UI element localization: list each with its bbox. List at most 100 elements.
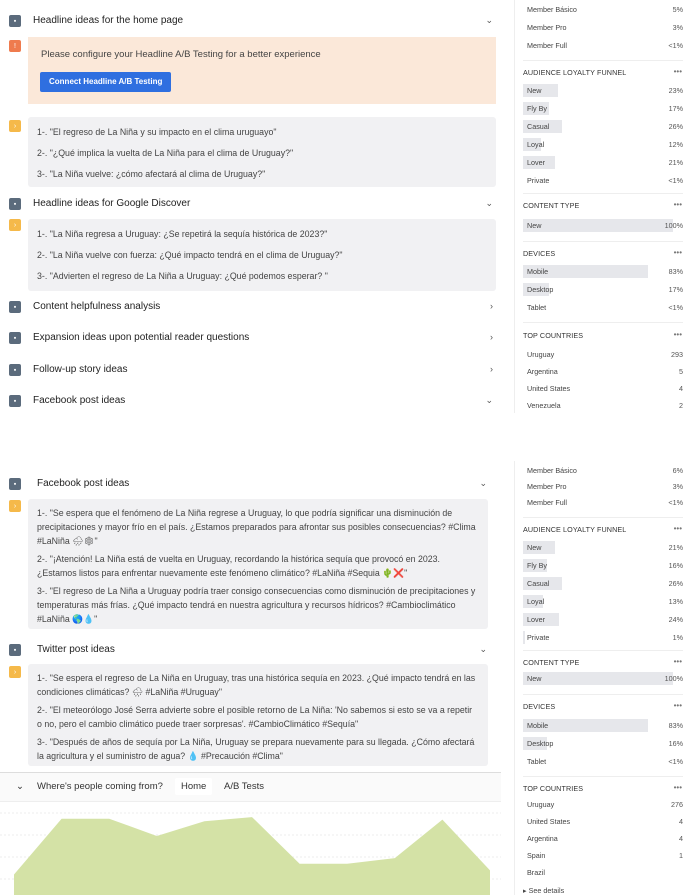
stat-label: New	[527, 86, 542, 95]
chevron-right-icon[interactable]: ›	[490, 301, 493, 311]
stat-row: Fly By 17%	[523, 102, 683, 115]
stat-label: Lover	[527, 615, 545, 624]
list-item: 1-. "La Niña regresa a Uruguay: ¿Se repe…	[37, 229, 328, 239]
section-title[interactable]: Expansion ideas upon potential reader qu…	[33, 332, 249, 343]
stat-label: Casual	[527, 122, 550, 131]
stat-row: Argentina 5	[523, 365, 683, 378]
home-ideas-box: 1-. "El regreso de La Niña y su impacto …	[28, 117, 496, 187]
stat-value: 24%	[668, 615, 683, 624]
stat-row: Uruguay 293	[523, 348, 683, 361]
stat-row: Casual 26%	[523, 120, 683, 133]
list-item: 2-. "La Niña vuelve con fuerza: ¿Qué imp…	[37, 250, 343, 260]
chevron-down-icon[interactable]: ⌄	[479, 644, 487, 655]
stat-row: Desktop 16%	[523, 737, 683, 750]
chevron-right-icon: ›	[9, 666, 21, 678]
top-panel: ▪ Headline ideas for the home page ⌄ ! P…	[0, 0, 688, 413]
stat-label: New	[527, 674, 542, 683]
traffic-tabbar: ⌄ Where's people coming from? Home A/B T…	[0, 772, 501, 802]
stat-row: Loyal 12%	[523, 138, 683, 151]
stat-label: Tablet	[527, 757, 547, 766]
stat-row: Spain 1	[523, 849, 683, 862]
stat-row: New 100%	[523, 672, 683, 685]
chevron-down-icon[interactable]: ⌄	[485, 395, 493, 406]
stat-label: Loyal	[527, 597, 545, 606]
stat-value: 23%	[668, 86, 683, 95]
list-item: 3-. "La Niña vuelve: ¿cómo afectará al c…	[37, 169, 266, 179]
section-heading: CONTENT TYPE	[523, 201, 580, 210]
stat-row: Venezuela 2	[523, 399, 683, 412]
stat-row: Member Pro 3%	[527, 482, 683, 491]
traffic-area	[14, 817, 490, 895]
more-options-icon[interactable]: •••	[674, 701, 682, 710]
chevron-right-icon: ›	[9, 219, 21, 231]
stat-label: Lover	[527, 158, 545, 167]
stat-row: Lover 21%	[523, 156, 683, 169]
section-title[interactable]: Headline ideas for Google Discover	[33, 198, 190, 209]
list-item: 3-. "Advierten el regreso de La Niña a U…	[37, 271, 328, 281]
section-heading: DEVICES	[523, 249, 556, 258]
stat-value: <1%	[668, 757, 683, 766]
chevron-down-icon[interactable]: ⌄	[479, 478, 487, 489]
stat-value: 16%	[668, 739, 683, 748]
stat-label: Mobile	[527, 721, 549, 730]
section-title[interactable]: Facebook post ideas	[33, 395, 125, 406]
stat-row: Desktop 17%	[523, 283, 683, 296]
stat-label: Loyal	[527, 140, 545, 149]
connect-ab-testing-button[interactable]: Connect Headline A/B Testing	[40, 72, 172, 92]
more-options-icon[interactable]: •••	[674, 783, 682, 792]
more-options-icon[interactable]: •••	[674, 330, 682, 339]
chevron-right-icon: ›	[9, 500, 21, 512]
list-item: 2-. "El meteorólogo José Serra advierte …	[37, 705, 473, 729]
stat-row: United States 4	[523, 382, 683, 395]
stat-bar	[523, 672, 673, 685]
stat-row: Uruguay 276	[523, 798, 683, 811]
chevron-down-icon[interactable]: ⌄	[485, 198, 493, 209]
chevron-down-icon[interactable]: ⌄	[485, 15, 493, 26]
stat-value: 17%	[668, 104, 683, 113]
stat-row: Mobile 83%	[523, 265, 683, 278]
lightbulb-icon: ▪	[9, 301, 21, 313]
chevron-right-icon[interactable]: ›	[490, 364, 493, 374]
tab-home[interactable]: Home	[175, 778, 213, 795]
stat-row: Member Básico 5%	[527, 5, 683, 14]
facebook-ideas-box: 1-. "Se espera que el fenómeno de La Niñ…	[28, 499, 488, 629]
stat-label: Uruguay	[527, 350, 555, 359]
stat-value: 21%	[668, 543, 683, 552]
stat-value: 12%	[668, 140, 683, 149]
list-item: 3-. "El regreso de La Niña a Uruguay pod…	[37, 586, 476, 624]
stat-label: United States	[527, 384, 571, 393]
chevron-right-icon: ›	[9, 120, 21, 132]
stat-bar	[523, 219, 673, 232]
tab-ab-tests[interactable]: A/B Tests	[224, 781, 264, 792]
stat-value: 4	[679, 817, 683, 826]
chevron-down-icon[interactable]: ⌄	[16, 781, 24, 792]
stat-row: Member Pro 3%	[527, 23, 683, 32]
see-details-link[interactable]: ▸ See details	[523, 884, 683, 895]
insights-main: ▪ Facebook post ideas ⌄ › 1-. "Se espera…	[0, 461, 501, 895]
stat-row: Mobile 83%	[523, 719, 683, 732]
stat-row: Casual 26%	[523, 577, 683, 590]
more-options-icon[interactable]: •••	[674, 248, 682, 257]
stat-value: 1	[679, 851, 683, 860]
bottom-panel: ▪ Facebook post ideas ⌄ › 1-. "Se espera…	[0, 461, 688, 895]
stat-row: Member Full <1%	[527, 41, 683, 50]
stat-value: 13%	[668, 597, 683, 606]
stat-row: Lover 24%	[523, 613, 683, 626]
more-options-icon[interactable]: •••	[674, 67, 682, 76]
section-title[interactable]: Twitter post ideas	[37, 644, 115, 655]
section-title[interactable]: Content helpfulness analysis	[33, 301, 160, 312]
more-options-icon[interactable]: •••	[674, 524, 682, 533]
stat-value: 26%	[668, 122, 683, 131]
stat-row: New 100%	[523, 219, 683, 232]
section-title[interactable]: Follow-up story ideas	[33, 364, 127, 375]
chevron-right-icon[interactable]: ›	[490, 332, 493, 342]
stat-value: 293	[671, 350, 683, 359]
section-title[interactable]: Facebook post ideas	[37, 478, 129, 489]
section-title[interactable]: Headline ideas for the home page	[33, 15, 183, 26]
stat-row: Argentina 4	[523, 832, 683, 845]
stat-bar	[523, 631, 525, 644]
lightbulb-icon: ▪	[9, 332, 21, 344]
more-options-icon[interactable]: •••	[674, 200, 682, 209]
stat-value: 2	[679, 401, 683, 410]
more-options-icon[interactable]: •••	[674, 657, 682, 666]
